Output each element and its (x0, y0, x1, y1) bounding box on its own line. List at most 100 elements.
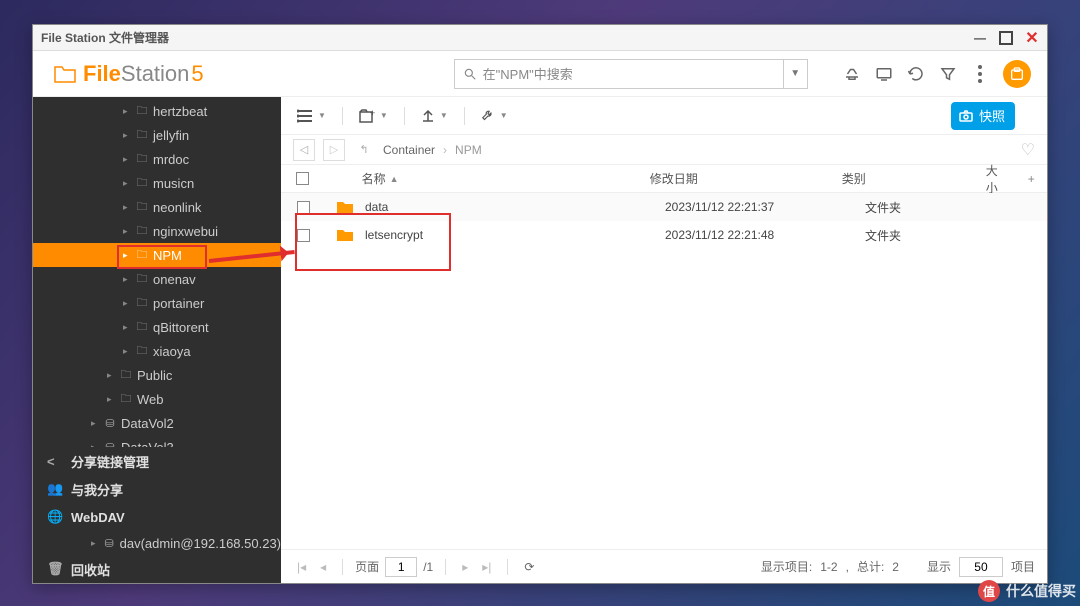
tree-label: dav(admin@192.168.50.23) (120, 536, 281, 551)
divider (464, 107, 465, 125)
brand-folder-icon (53, 64, 77, 84)
refresh-icon[interactable] (907, 65, 925, 83)
search-icon (463, 67, 477, 81)
task-badge[interactable] (1003, 60, 1031, 88)
section-shared-with-me[interactable]: 👥 与我分享 (33, 475, 281, 503)
tree-label: DataVol2 (121, 416, 174, 431)
snapshot-dropdown[interactable]: ▼ (1017, 102, 1033, 130)
tree-item[interactable]: ▸🗀mrdoc (33, 147, 281, 171)
more-icon[interactable] (971, 65, 989, 83)
globe-icon: 🌐 (47, 509, 63, 525)
view-mode-button[interactable]: ▼ (291, 103, 332, 129)
filter-icon[interactable] (939, 65, 957, 83)
close-button[interactable]: ✕ (1025, 31, 1039, 45)
topbar-icons (843, 60, 1031, 88)
search-placeholder: 在"NPM"中搜索 (483, 64, 573, 83)
add-column-button[interactable]: + (1028, 172, 1047, 186)
folder-icon: 🗀 (135, 342, 149, 361)
row-checkbox[interactable] (297, 229, 310, 242)
tree-item[interactable]: ▸🗀musicn (33, 171, 281, 195)
table-row[interactable]: data 2023/11/12 22:21:37 文件夹 (281, 193, 1047, 221)
tree-item[interactable]: ▸🗀xiaoya (33, 339, 281, 363)
page-input[interactable] (385, 557, 417, 577)
refresh-button[interactable]: ⟳ (520, 560, 538, 574)
folder-icon (336, 200, 354, 214)
column-type[interactable]: 类别 (842, 170, 986, 187)
first-page-button[interactable]: |◂ (293, 560, 310, 574)
breadcrumb-bar: ◁ ▷ ↰ Container › NPM ♡ (281, 135, 1047, 165)
tree-item[interactable]: ▸🗀neonlink (33, 195, 281, 219)
tree-label: Web (137, 392, 164, 407)
section-webdav[interactable]: 🌐 WebDAV (33, 503, 281, 531)
watermark-badge-icon: 值 (978, 580, 1000, 602)
row-checkbox[interactable] (297, 201, 310, 214)
tree-item[interactable]: ▸🗀jellyfin (33, 123, 281, 147)
folder-icon: 🗀 (119, 390, 133, 409)
nav-back-button[interactable]: ◁ (293, 139, 315, 161)
window-title: File Station 文件管理器 (41, 29, 169, 46)
table-row[interactable]: letsencrypt 2023/11/12 22:21:48 文件夹 (281, 221, 1047, 249)
folder-icon: 🗀 (135, 246, 149, 265)
column-size[interactable]: 大小 (986, 162, 1028, 196)
search-dropdown[interactable]: ▼ (784, 59, 808, 89)
column-date[interactable]: 修改日期 (650, 170, 842, 187)
next-page-button[interactable]: ▸ (458, 560, 472, 574)
crumb-parent[interactable]: Container (383, 143, 435, 157)
tree-item[interactable]: ▸🗀qBittorent (33, 315, 281, 339)
svg-text:+: + (370, 109, 375, 118)
tree-item[interactable]: ▸🗀Public (33, 363, 281, 387)
main-panel: ▼ +▼ ▼ ▼ 快照 ▼ ◁ ▷ ↰ Container › NPM (281, 97, 1047, 583)
toolbar: ▼ +▼ ▼ ▼ 快照 ▼ (281, 97, 1047, 135)
add-button[interactable]: +▼ (353, 103, 394, 129)
crumb-current[interactable]: NPM (455, 143, 482, 157)
tree-item-datavol3[interactable]: ▸⛁DataVol3 (33, 435, 281, 447)
tree-item[interactable]: ▸🗀portainer (33, 291, 281, 315)
tree-label: jellyfin (153, 128, 189, 143)
tree-item[interactable]: ▸🗀Web (33, 387, 281, 411)
brand-bold: File (83, 61, 121, 86)
remote-mount-icon[interactable] (843, 65, 861, 83)
tree-item[interactable]: ▸🗀onenav (33, 267, 281, 291)
tree-label: DataVol3 (121, 440, 174, 448)
last-page-button[interactable]: ▸| (478, 560, 495, 574)
row-name: data (365, 200, 665, 214)
app-window: File Station 文件管理器 — ✕ FileStation5 在"NP… (32, 24, 1048, 584)
folder-icon: 🗀 (135, 198, 149, 217)
section-label: WebDAV (71, 510, 125, 525)
tree-label: nginxwebui (153, 224, 218, 239)
prev-page-button[interactable]: ◂ (316, 560, 330, 574)
show-label: 显示 (927, 558, 951, 575)
display-mode-icon[interactable] (875, 65, 893, 83)
section-share-links[interactable]: < 分享链接管理 (33, 447, 281, 475)
folder-icon: 🗀 (135, 102, 149, 121)
upload-button[interactable]: ▼ (415, 103, 454, 129)
disk-icon: ⛁ (103, 417, 117, 430)
favorite-icon[interactable]: ♡ (1021, 140, 1035, 160)
tree-item-datavol2[interactable]: ▸⛁DataVol2 (33, 411, 281, 435)
section-label: 分享链接管理 (71, 452, 149, 471)
titlebar: File Station 文件管理器 — ✕ (33, 25, 1047, 51)
select-all-checkbox[interactable] (281, 172, 323, 185)
column-name[interactable]: 名称▲ (362, 170, 650, 187)
tree-item[interactable]: ▸🗀hertzbeat (33, 99, 281, 123)
section-recycle[interactable]: 🗑 回收站 (33, 555, 281, 583)
webdav-child[interactable]: ▸⛁dav(admin@192.168.50.23) (33, 531, 281, 555)
nav-forward-button[interactable]: ▷ (323, 139, 345, 161)
camera-icon (959, 110, 973, 122)
search-input[interactable]: 在"NPM"中搜索 (454, 59, 784, 89)
table-header: 名称▲ 修改日期 类别 大小 + (281, 165, 1047, 193)
nav-up-button[interactable]: ↰ (353, 139, 375, 161)
minimize-button[interactable]: — (973, 31, 987, 45)
tree-label: qBittorent (153, 320, 209, 335)
folder-icon: 🗀 (119, 366, 133, 385)
snapshot-button[interactable]: 快照 (951, 102, 1015, 130)
maximize-button[interactable] (999, 31, 1013, 45)
tree-label: Public (137, 368, 172, 383)
folder-icon: 🗀 (135, 150, 149, 169)
brand-num: 5 (191, 61, 203, 86)
row-date: 2023/11/12 22:21:37 (665, 200, 865, 214)
tree-item[interactable]: ▸🗀nginxwebui (33, 219, 281, 243)
tree-item-npm[interactable]: ▸🗀NPM (33, 243, 281, 267)
rows-per-page-select[interactable] (959, 557, 1003, 577)
tools-button[interactable]: ▼ (475, 103, 514, 129)
